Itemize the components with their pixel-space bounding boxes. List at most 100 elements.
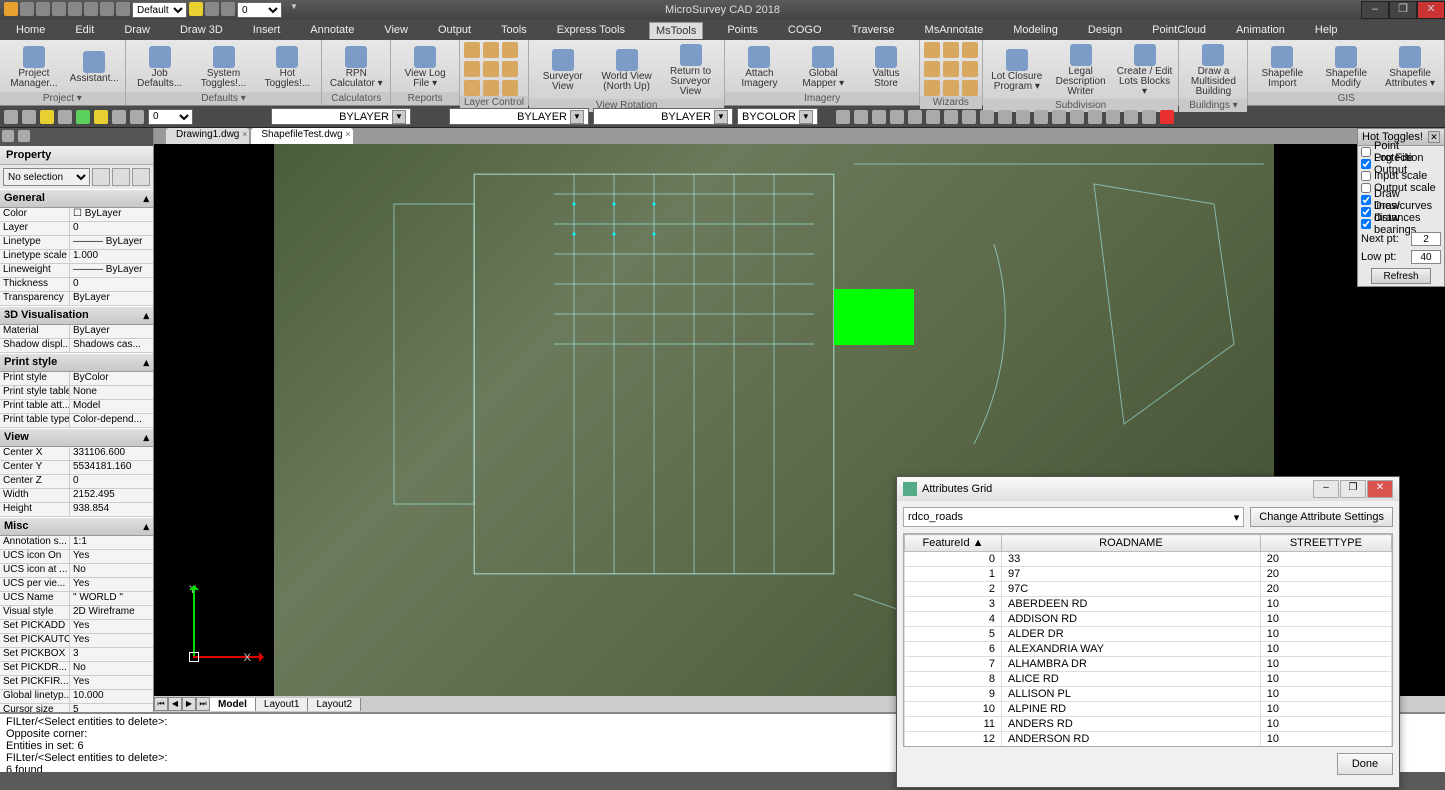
property-value[interactable]: 3: [70, 648, 153, 661]
ribbon-small-icon[interactable]: [962, 80, 978, 96]
ribbon-small-icon[interactable]: [502, 80, 518, 96]
property-row[interactable]: Visual style2D Wireframe: [0, 606, 153, 620]
draw-tool-icon[interactable]: [926, 110, 940, 124]
property-row[interactable]: UCS icon OnYes: [0, 550, 153, 564]
color-combo[interactable]: BYCOLOR▼: [737, 108, 818, 125]
menu-item-pointcloud[interactable]: PointCloud: [1146, 22, 1212, 38]
coord-select[interactable]: 0: [237, 2, 282, 18]
property-value[interactable]: ByColor: [70, 372, 153, 385]
menu-item-traverse[interactable]: Traverse: [846, 22, 901, 38]
ribbon-button[interactable]: Shapefile Import: [1252, 44, 1312, 91]
draw-tool-icon[interactable]: [1142, 110, 1156, 124]
ribbon-button[interactable]: Project Manager...: [4, 44, 64, 91]
ribbon-button[interactable]: Shapefile Modify: [1316, 44, 1376, 91]
hot-toggle-checkbox[interactable]: [1361, 171, 1371, 181]
property-row[interactable]: Cursor size5: [0, 704, 153, 712]
tab-close-icon[interactable]: ×: [345, 129, 350, 139]
property-row[interactable]: Set PICKFIR...Yes: [0, 676, 153, 690]
draw-tool-icon[interactable]: [1052, 110, 1066, 124]
hot-toggle-checkbox[interactable]: [1361, 219, 1371, 229]
done-button[interactable]: Done: [1337, 753, 1393, 775]
property-row[interactable]: Center X331106.600: [0, 447, 153, 461]
ribbon-button[interactable]: Job Defaults...: [130, 44, 190, 91]
panel-tab-icon[interactable]: [2, 130, 14, 142]
property-value[interactable]: No: [70, 662, 153, 675]
tab-close-icon[interactable]: ×: [242, 129, 247, 139]
ribbon-button[interactable]: Create / Edit Lots Blocks ▾: [1115, 42, 1175, 99]
nav-first[interactable]: ⏮: [154, 697, 168, 711]
property-value[interactable]: Model: [70, 400, 153, 413]
property-value[interactable]: Shadows cas...: [70, 339, 153, 352]
property-row[interactable]: Width2152.495: [0, 489, 153, 503]
ribbon-small-icon[interactable]: [943, 80, 959, 96]
property-list[interactable]: General▴Color☐ ByLayerLayer0Linetype——— …: [0, 189, 153, 712]
property-row[interactable]: TransparencyByLayer: [0, 292, 153, 306]
draw-tool-icon[interactable]: [836, 110, 850, 124]
tb2-icon[interactable]: [4, 110, 18, 124]
style-select[interactable]: Default: [132, 2, 187, 18]
menu-item-home[interactable]: Home: [10, 22, 51, 38]
tb2-icon[interactable]: [58, 110, 72, 124]
property-value[interactable]: 5: [70, 704, 153, 712]
draw-tool-icon[interactable]: [980, 110, 994, 124]
property-row[interactable]: Set PICKDR...No: [0, 662, 153, 676]
ribbon-button[interactable]: World View (North Up): [597, 47, 657, 94]
property-value[interactable]: Yes: [70, 620, 153, 633]
ribbon-small-icon[interactable]: [924, 80, 940, 96]
ribbon-button[interactable]: Assistant...: [68, 49, 121, 86]
property-value[interactable]: 2152.495: [70, 489, 153, 502]
qat-print-icon[interactable]: [68, 2, 82, 16]
ribbon-small-icon[interactable]: [962, 42, 978, 58]
qat-icon-10[interactable]: [221, 2, 235, 16]
property-value[interactable]: 10.000: [70, 690, 153, 703]
menu-item-insert[interactable]: Insert: [247, 22, 287, 38]
property-row[interactable]: Linetype——— ByLayer: [0, 236, 153, 250]
property-row[interactable]: Linetype scale1.000: [0, 250, 153, 264]
ribbon-small-icon[interactable]: [464, 80, 480, 96]
hot-toggle-checkbox[interactable]: [1361, 207, 1371, 217]
ribbon-small-icon[interactable]: [943, 61, 959, 77]
ribbon-small-icon[interactable]: [464, 61, 480, 77]
property-value[interactable]: Yes: [70, 676, 153, 689]
property-value[interactable]: No: [70, 564, 153, 577]
menu-item-annotate[interactable]: Annotate: [304, 22, 360, 38]
property-row[interactable]: UCS Name" WORLD ": [0, 592, 153, 606]
ribbon-small-icon[interactable]: [924, 61, 940, 77]
menu-item-output[interactable]: Output: [432, 22, 477, 38]
property-value[interactable]: 0: [70, 222, 153, 235]
table-row[interactable]: 4ADDISON RD10: [905, 612, 1392, 627]
property-value[interactable]: None: [70, 386, 153, 399]
tb2-icon[interactable]: [40, 110, 54, 124]
ribbon-small-icon[interactable]: [502, 61, 518, 77]
property-section-header[interactable]: Misc▴: [0, 517, 153, 536]
property-value[interactable]: Yes: [70, 550, 153, 563]
table-row[interactable]: 03320: [905, 552, 1392, 567]
prop-tool-button[interactable]: [112, 168, 130, 186]
ribbon-small-icon[interactable]: [962, 61, 978, 77]
property-section-header[interactable]: 3D Visualisation▴: [0, 306, 153, 325]
property-row[interactable]: Set PICKAUTOYes: [0, 634, 153, 648]
nav-last[interactable]: ⏭: [196, 697, 210, 711]
ribbon-button[interactable]: Hot Toggles!...: [257, 44, 317, 91]
nav-next[interactable]: ▶: [182, 697, 196, 711]
menu-item-mstools[interactable]: MsTools: [649, 22, 703, 39]
draw-tool-icon[interactable]: [962, 110, 976, 124]
tb2-icon[interactable]: [76, 110, 90, 124]
table-row[interactable]: 12ANDERSON RD10: [905, 732, 1392, 747]
change-attribute-settings-button[interactable]: Change Attribute Settings: [1250, 507, 1393, 527]
menu-item-modeling[interactable]: Modeling: [1007, 22, 1064, 38]
property-value[interactable]: Color-depend...: [70, 414, 153, 427]
property-row[interactable]: Lineweight——— ByLayer: [0, 264, 153, 278]
property-value[interactable]: ByLayer: [70, 292, 153, 305]
tb2-icon[interactable]: [112, 110, 126, 124]
ribbon-button[interactable]: Draw a Multisided Building: [1183, 42, 1243, 99]
tb2-icon[interactable]: [94, 110, 108, 124]
draw-tool-icon[interactable]: [944, 110, 958, 124]
next-pt-input[interactable]: [1411, 232, 1441, 246]
prop-tool-button[interactable]: [132, 168, 150, 186]
ribbon-small-icon[interactable]: [502, 42, 518, 58]
layer-combo-b[interactable]: BYLAYER▼: [449, 108, 589, 125]
model-tab[interactable]: Layout1: [256, 698, 309, 711]
qat-expand-icon[interactable]: ▼: [290, 2, 298, 18]
draw-tool-icon[interactable]: [890, 110, 904, 124]
